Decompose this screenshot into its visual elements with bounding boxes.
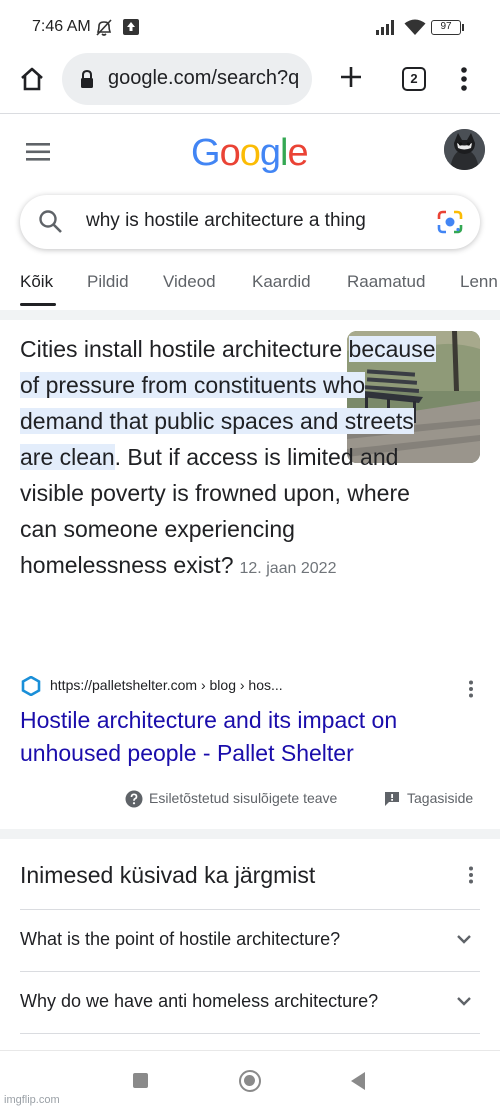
avatar[interactable] [444,129,485,170]
paa-divider [20,909,480,910]
result-title-link[interactable]: Hostile architecture and its impact on u… [20,704,470,770]
signal-icon [376,20,394,35]
status-bar: 7:46 AM 97 [0,0,500,52]
paa-divider [20,971,480,972]
search-tabs: Kõik Pildid Videod Kaardid Raamatud Lenn [0,270,500,310]
recents-icon[interactable] [133,1073,148,1088]
result-more-icon[interactable] [468,680,474,698]
active-tab-indicator [20,303,56,306]
address-bar[interactable]: google.com/search?q [62,53,312,105]
paa-question[interactable]: What is the point of hostile architectur… [20,929,340,950]
people-also-ask-title: Inimesed küsivad ka järgmist [20,862,316,888]
battery-level: 97 [440,21,452,32]
tab-images[interactable]: Pildid [87,272,129,292]
avatar-image [444,129,485,170]
new-tab-icon[interactable] [338,64,364,90]
battery-icon: 97 [431,20,461,35]
section-separator [0,829,500,839]
chevron-down-icon[interactable] [456,934,472,944]
tab-books[interactable]: Raamatud [347,272,425,292]
google-logo[interactable]: Google [191,132,309,175]
paa-divider [20,1033,480,1034]
section-separator [0,310,500,320]
menu-icon[interactable] [26,143,50,161]
result-url[interactable]: https://palletshelter.com › blog › hos..… [50,677,283,693]
help-icon[interactable] [125,790,143,808]
tab-maps[interactable]: Kaardid [252,272,311,292]
lock-icon [81,69,93,88]
google-lens-icon[interactable] [437,210,463,234]
search-query[interactable]: why is hostile architecture a thing [86,210,366,232]
tab-switcher-button[interactable]: 2 [402,67,426,91]
toolbar-divider [0,113,500,114]
search-box[interactable]: why is hostile architecture a thing [20,195,480,249]
watermark: imgflip.com [4,1094,60,1106]
logo-letter: o [219,132,241,174]
system-nav-bar [0,1050,500,1111]
status-time: 7:46 AM [32,18,91,35]
feedback-icon[interactable] [384,791,400,807]
search-icon[interactable] [38,209,64,235]
tab-flights[interactable]: Lenn [460,272,498,292]
snippet-date: 12. jaan 2022 [239,560,337,577]
chevron-down-icon[interactable] [456,996,472,1006]
back-icon[interactable] [351,1072,365,1090]
more-vert-icon[interactable] [460,66,468,92]
home-nav-icon[interactable] [239,1070,261,1092]
wifi-icon [404,19,426,35]
about-snippets-link[interactable]: Esiletõstetud sisulõigete teave [149,790,337,806]
feedback-link[interactable]: Tagasiside [407,790,473,806]
logo-letter: g [259,132,281,174]
battery-tip [462,24,464,31]
paa-question[interactable]: Why do we have anti homeless architectur… [20,991,378,1012]
site-favicon-icon[interactable] [21,676,41,696]
snippet-text-before: Cities install hostile architecture [20,336,349,362]
url-text: google.com/search?q [108,67,300,89]
home-icon[interactable] [18,65,46,93]
mute-icon [96,19,112,36]
logo-letter: o [239,132,261,174]
logo-letter: G [191,132,221,174]
upload-notification-icon [123,19,139,35]
tab-all[interactable]: Kõik [20,272,53,292]
logo-letter: e [287,132,308,174]
featured-snippet-text: Cities install hostile architecture beca… [20,331,440,587]
browser-toolbar: google.com/search?q 2 [0,52,500,112]
paa-more-icon[interactable] [468,866,474,884]
tab-videos[interactable]: Videod [163,272,216,292]
